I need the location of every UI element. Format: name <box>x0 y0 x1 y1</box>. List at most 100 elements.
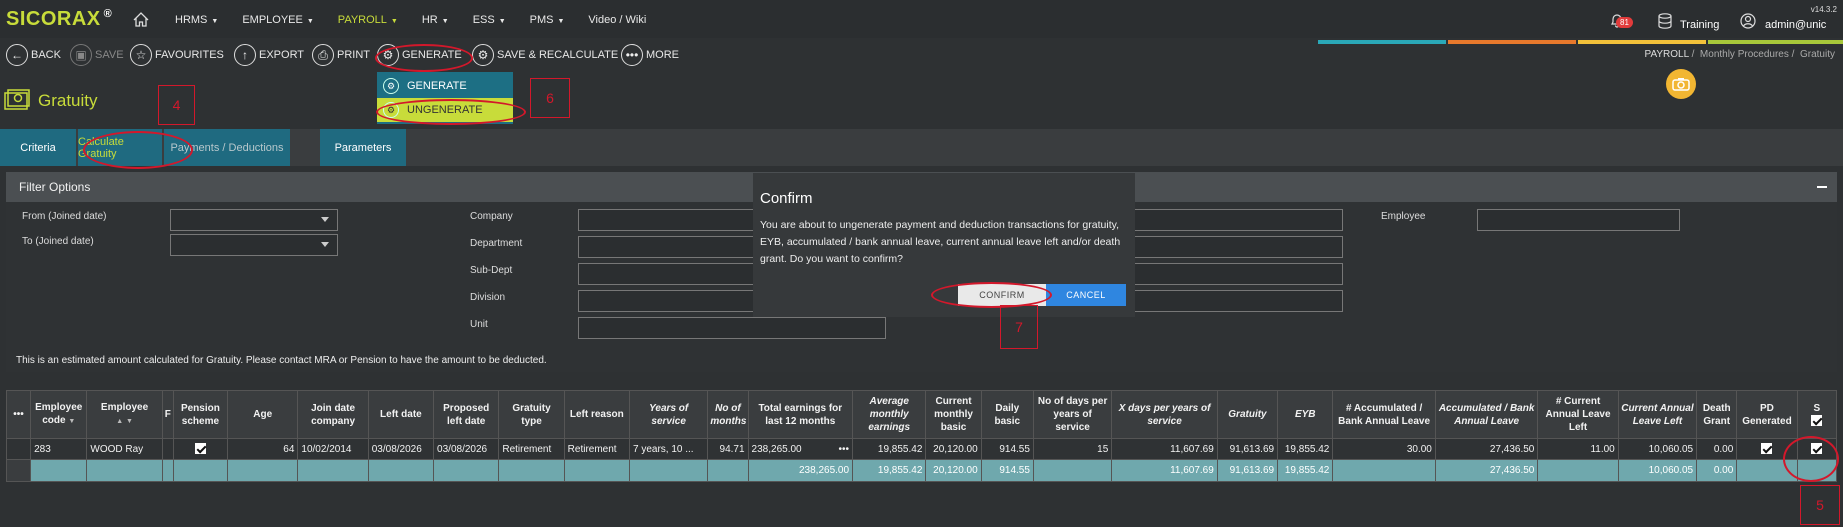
menu-employee[interactable]: EMPLOYEE ▼ <box>242 14 313 26</box>
from-joined-date-select[interactable] <box>170 209 338 231</box>
col-employee-code[interactable]: Employee code ▼ <box>30 390 88 439</box>
save-recalculate-button[interactable]: ⚙ SAVE & RECALCULATE <box>472 44 618 66</box>
unit-field[interactable] <box>578 317 886 339</box>
cancel-button[interactable]: CANCEL <box>1046 284 1126 306</box>
col-years-of-service[interactable]: Years of service <box>628 390 709 439</box>
training-label[interactable]: Training <box>1680 19 1719 31</box>
home-icon[interactable] <box>133 12 149 27</box>
back-arrow-icon: ← <box>6 44 28 66</box>
select-all-checkbox[interactable] <box>1811 415 1823 427</box>
menu-video-wiki[interactable]: Video / Wiki <box>588 14 646 26</box>
grid-menu-icon[interactable]: ••• <box>5 390 32 439</box>
menu-payroll[interactable]: PAYROLL ▼ <box>338 14 398 26</box>
cell-days: 15 <box>1032 438 1113 460</box>
col-select[interactable]: S <box>1796 390 1838 439</box>
total-earnings: 238,265.00 <box>747 459 854 482</box>
col-current-leave-amount[interactable]: Current Annual Leave Left <box>1617 390 1698 439</box>
menu-hrms[interactable]: HRMS ▼ <box>175 14 218 26</box>
gratuity-grid: ••• Employee code ▼ Employee ▲ ▼ F Pensio… <box>5 390 1838 494</box>
total-empty <box>498 459 565 482</box>
pension-checkbox[interactable] <box>194 443 206 455</box>
col-daily-basic[interactable]: Daily basic <box>980 390 1034 439</box>
ungenerate-option[interactable]: ⚙ UNGENERATE <box>377 98 513 122</box>
confirm-dialog: Confirm You are about to ungenerate paym… <box>753 173 1135 317</box>
export-button[interactable]: ↑ EXPORT <box>234 44 304 66</box>
favourites-button[interactable]: ☆ FAVOURITES <box>130 44 224 66</box>
col-accumulated-amount[interactable]: Accumulated / Bank Annual Leave <box>1434 390 1539 439</box>
col-x-days[interactable]: X days per years of service <box>1111 390 1218 439</box>
breadcrumb-monthly-procedures[interactable]: Monthly Procedures <box>1700 49 1789 60</box>
pd-generated-checkbox[interactable] <box>1761 443 1773 455</box>
total-empty <box>161 459 174 482</box>
col-gratuity-type[interactable]: Gratuity type <box>498 390 565 439</box>
total-daily: 914.55 <box>980 459 1034 482</box>
col-accumulated-count[interactable]: # Accumulated / Bank Annual Leave <box>1332 390 1436 439</box>
tab-payments-deductions[interactable]: Payments / Deductions <box>164 129 290 166</box>
menu-ess[interactable]: ESS ▼ <box>473 14 506 26</box>
user-name[interactable]: admin@unic <box>1765 19 1826 31</box>
col-eyb[interactable]: EYB <box>1277 390 1334 439</box>
total-death: 0.00 <box>1696 459 1738 482</box>
col-no-of-days[interactable]: No of days per years of service <box>1032 390 1113 439</box>
col-employee[interactable]: Employee ▲ ▼ <box>86 390 163 439</box>
user-icon[interactable] <box>1740 13 1756 29</box>
row-select-checkbox[interactable] <box>1811 443 1823 455</box>
total-empty <box>1736 459 1798 482</box>
total-empty <box>227 459 299 482</box>
camera-button[interactable] <box>1666 69 1696 99</box>
generate-button[interactable]: ⚙ GENERATE <box>377 44 462 66</box>
app-window: SICORAX ® HRMS ▼ EMPLOYEE ▼ PAYROLL ▼ HR ▼ ES… <box>0 0 1843 527</box>
total-spacer <box>5 459 32 482</box>
col-death-grant[interactable]: Death Grant <box>1696 390 1738 439</box>
col-left-reason[interactable]: Left reason <box>563 390 630 439</box>
tab-parameters[interactable]: Parameters <box>320 129 406 166</box>
col-join-date[interactable]: Join date company <box>297 390 369 439</box>
col-left-date[interactable]: Left date <box>367 390 435 439</box>
total-empty <box>707 459 749 482</box>
more-dots-icon[interactable]: ••• <box>839 444 850 455</box>
division-label: Division <box>470 292 506 303</box>
col-average-monthly-earnings[interactable]: Average monthly earnings <box>852 390 927 439</box>
col-gratuity[interactable]: Gratuity <box>1216 390 1279 439</box>
col-no-of-months[interactable]: No of months <box>707 390 749 439</box>
brand-logo[interactable]: SICORAX ® <box>6 8 112 31</box>
col-pd-generated[interactable]: PD Generated <box>1736 390 1798 439</box>
breadcrumb-payroll[interactable]: PAYROLL <box>1645 49 1689 60</box>
generate-option[interactable]: ⚙ GENERATE <box>377 74 513 98</box>
unit-label: Unit <box>470 319 488 330</box>
menu-pms[interactable]: PMS ▼ <box>530 14 565 26</box>
col-f[interactable]: F <box>161 390 174 439</box>
save-button[interactable]: ▣ SAVE <box>70 44 124 66</box>
row-spacer <box>5 438 32 460</box>
col-pension-scheme[interactable]: Pension scheme <box>172 390 229 439</box>
employee-field[interactable] <box>1477 209 1680 231</box>
generate-dropdown: ⚙ GENERATE ⚙ UNGENERATE <box>377 72 513 124</box>
department-label: Department <box>470 238 523 249</box>
col-age[interactable]: Age <box>227 390 299 439</box>
filter-icon[interactable]: ▼ <box>68 418 75 425</box>
print-button[interactable]: ⎙ PRINT <box>312 44 370 66</box>
total-empty <box>1332 459 1436 482</box>
filter-icon[interactable]: ▼ <box>126 418 133 425</box>
col-proposed-left-date[interactable]: Proposed left date <box>433 390 500 439</box>
collapse-icon[interactable] <box>1817 186 1827 188</box>
col-current-monthly-basic[interactable]: Current monthly basic <box>925 390 982 439</box>
breadcrumb-separator: / <box>1691 49 1695 60</box>
menu-hr[interactable]: HR ▼ <box>422 14 449 26</box>
total-eyb: 19,855.42 <box>1277 459 1334 482</box>
back-button[interactable]: ← BACK <box>6 44 61 66</box>
col-total-earnings[interactable]: Total earnings for last 12 months <box>747 390 854 439</box>
col-current-leave-count[interactable]: # Current Annual Leave Left <box>1537 390 1619 439</box>
tab-criteria[interactable]: Criteria <box>0 129 76 166</box>
tab-calculate-gratuity[interactable]: Calculate Gratuity <box>78 129 162 166</box>
to-joined-date-select[interactable] <box>170 234 338 256</box>
color-strip-yellow <box>1578 40 1706 44</box>
more-button[interactable]: ••• MORE <box>621 44 679 66</box>
confirm-button[interactable]: CONFIRM <box>958 284 1046 306</box>
sort-asc-icon[interactable]: ▲ <box>116 418 123 425</box>
subdept-label: Sub-Dept <box>470 265 513 276</box>
cell-death: 0.00 <box>1696 438 1738 460</box>
camera-icon <box>1672 78 1690 91</box>
table-row[interactable]: 283 WOOD Ray 64 10/02/2014 03/08/2026 03… <box>5 438 1838 460</box>
cell-total-value: 238,265.00 <box>751 443 802 455</box>
